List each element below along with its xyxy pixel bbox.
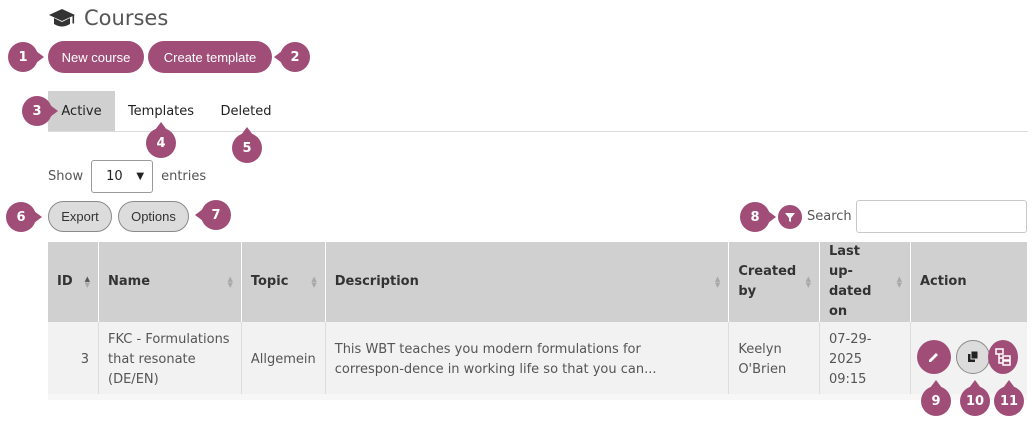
column-header-created-by[interactable]: Created by ▲ ▼: [728, 242, 820, 322]
edit-button[interactable]: [917, 340, 951, 374]
table-row: 3 FKC - Formulations that resonate (DE/E…: [48, 322, 1027, 397]
courses-table: ID ▲ ▼ Name ▲ ▼ Topic ▲ ▼ Description ▲ ▼ Create…: [48, 242, 1027, 397]
sort-icon: ▲ ▼: [714, 275, 721, 289]
structure-button[interactable]: [988, 340, 1018, 374]
cell-description: This WBT teaches you modern formulations…: [325, 322, 730, 397]
column-header-last-updated[interactable]: Last up-dated on ▲ ▼: [819, 242, 911, 322]
column-header-action: Action: [919, 274, 967, 289]
callout-marker-5: 5: [232, 127, 262, 163]
sitemap-icon: [995, 348, 1011, 366]
table-header-row: ID ▲ ▼ Name ▲ ▼ Topic ▲ ▼ Description ▲ ▼ Create…: [48, 242, 1027, 322]
create-template-button[interactable]: Create template: [148, 41, 272, 73]
export-button[interactable]: Export: [48, 201, 112, 232]
cell-topic: Allgemein: [241, 322, 326, 397]
callout-marker-9: 9: [921, 380, 951, 416]
sort-icon: ▲ ▼: [805, 275, 811, 289]
chevron-down-icon: ▼: [136, 171, 145, 182]
page-title: Courses: [48, 6, 168, 30]
show-label: Show: [48, 169, 84, 184]
page-title-text: Courses: [84, 6, 169, 30]
callout-marker-3: 3: [22, 96, 58, 126]
filter-icon: [785, 213, 795, 222]
callout-marker-7: 7: [195, 200, 231, 230]
callout-marker-11: 11: [994, 380, 1024, 416]
column-header-name[interactable]: Name ▲ ▼: [98, 242, 242, 322]
sort-icon: ▲ ▼: [84, 275, 91, 289]
cell-id: 3: [48, 322, 100, 397]
copy-icon: [968, 350, 979, 362]
filter-button[interactable]: [778, 205, 802, 229]
cell-name: FKC - Formulations that resonate (DE/EN): [98, 322, 242, 397]
callout-marker-4: 4: [146, 122, 176, 158]
sort-icon: ▲ ▼: [311, 275, 317, 289]
copy-button[interactable]: [956, 340, 990, 374]
entries-select-value: 10: [106, 169, 123, 184]
cell-created-by: Keelyn O'Brien: [728, 322, 820, 397]
course-tabs: Active Templates Deleted: [48, 91, 1028, 132]
options-button[interactable]: Options: [118, 201, 189, 232]
callout-marker-1: 1: [8, 42, 44, 72]
sort-icon: ▲ ▼: [227, 275, 233, 289]
column-header-topic[interactable]: Topic ▲ ▼: [241, 242, 326, 322]
pencil-icon: [929, 353, 938, 362]
tab-active[interactable]: Active: [48, 91, 115, 131]
search-input[interactable]: [856, 200, 1027, 233]
table-next-row: [48, 394, 1027, 400]
callout-marker-8: 8: [740, 202, 776, 232]
search-label: Search: [807, 209, 852, 224]
tab-deleted[interactable]: Deleted: [212, 91, 280, 131]
graduation-cap-icon: [49, 9, 75, 27]
callout-marker-2: 2: [274, 42, 310, 72]
show-entries-control: Show 10 ▼ entries: [48, 160, 206, 193]
column-header-id[interactable]: ID ▲ ▼: [48, 242, 100, 322]
column-header-description[interactable]: Description ▲ ▼: [325, 242, 730, 322]
sort-icon: ▲ ▼: [896, 275, 902, 289]
callout-marker-10: 10: [960, 380, 990, 416]
new-course-button[interactable]: New course: [48, 41, 144, 73]
callout-marker-6: 6: [6, 202, 42, 232]
entries-label: entries: [161, 169, 207, 184]
entries-select[interactable]: 10 ▼: [91, 160, 154, 193]
cell-last-updated: 07-29-2025 09:15: [819, 322, 911, 397]
